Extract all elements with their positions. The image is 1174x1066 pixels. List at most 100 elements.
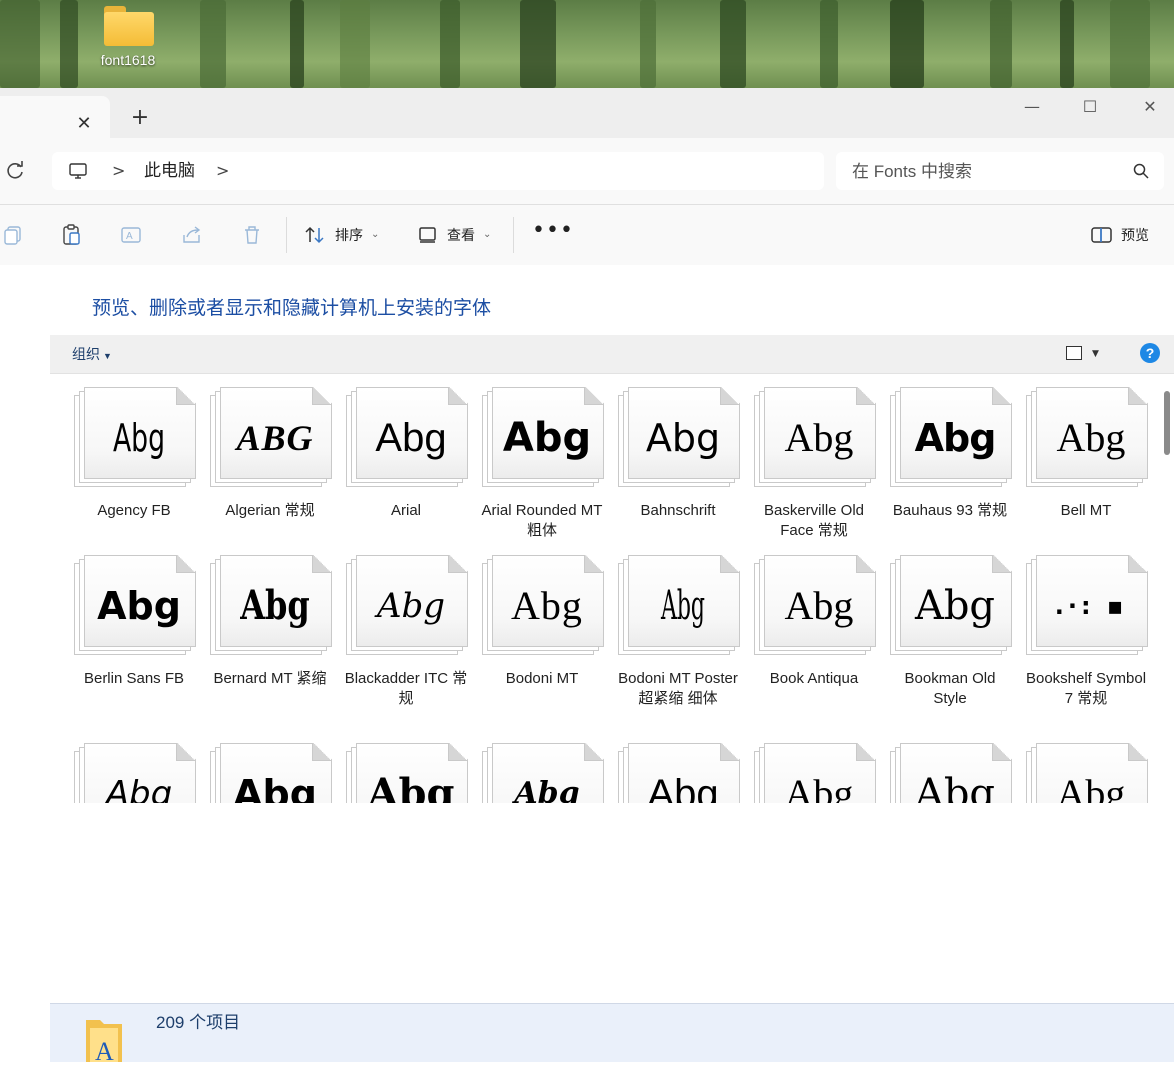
- search-box[interactable]: 在 Fonts 中搜索: [836, 152, 1164, 190]
- font-sample-text: Abg: [914, 771, 996, 803]
- font-name-label: Agency FB: [97, 502, 171, 519]
- view-chevron-down-icon[interactable]: ⌄: [483, 225, 491, 245]
- content-area: 预览、删除或者显示和隐藏计算机上安装的字体 组织 ▼ ▼ ? Abg Agency …: [0, 265, 1174, 1066]
- tab-fonts[interactable]: ✕: [0, 96, 110, 138]
- fonts-grid: Abg Agency FB ABG Algerian 常规 Abg Arial Abg Ari…: [50, 373, 1160, 803]
- help-icon[interactable]: ?: [1140, 343, 1160, 363]
- font-item[interactable]: AbgCalisto MT: [882, 743, 1018, 803]
- font-item[interactable]: Abg Book Antiqua: [746, 555, 882, 689]
- font-item[interactable]: Abg Bookman Old Style: [882, 555, 1018, 709]
- bamboo-stalk: [520, 0, 556, 88]
- preview-pane-button[interactable]: 预览: [1121, 225, 1149, 245]
- font-item[interactable]: Abg Bodoni MT Poster 超紧缩 细体: [610, 555, 746, 709]
- font-sample-text: Abg: [105, 774, 173, 803]
- font-item[interactable]: AbgBroadway 常规: [338, 743, 474, 803]
- delete-icon[interactable]: [240, 223, 264, 247]
- search-icon[interactable]: [1132, 162, 1150, 180]
- font-item[interactable]: Abg Bauhaus 93 常规: [882, 387, 1018, 521]
- font-item[interactable]: Abg Bodoni MT: [474, 555, 610, 689]
- page-title: 预览、删除或者显示和隐藏计算机上安装的字体: [92, 298, 492, 319]
- font-item[interactable]: Abg Agency FB: [66, 387, 202, 521]
- organize-label: 组织: [72, 346, 100, 362]
- vertical-scrollbar[interactable]: [1164, 391, 1170, 455]
- font-sample-text: ABG: [236, 418, 314, 458]
- font-file-icon: Abg: [74, 555, 196, 655]
- refresh-icon[interactable]: [4, 160, 26, 182]
- fonts-folder-icon: A: [84, 1016, 124, 1066]
- font-name-label: Arial Rounded MT 粗体: [481, 502, 603, 539]
- font-file-icon: Abg: [482, 387, 604, 487]
- font-name-label: Bodoni MT: [505, 670, 579, 687]
- font-item[interactable]: ABG Algerian 常规: [202, 387, 338, 521]
- bamboo-stalk: [1060, 0, 1074, 88]
- font-item[interactable]: AbgCambria: [1018, 743, 1154, 803]
- toolbar-divider: [513, 217, 514, 253]
- view-icon[interactable]: [416, 223, 440, 247]
- font-name-label: Bell MT: [1060, 502, 1112, 519]
- font-item[interactable]: Abg Berlin Sans FB: [66, 555, 202, 689]
- maximize-button[interactable]: ☐: [1070, 92, 1110, 122]
- navigation-bar: > 此电脑 > 在 Fonts 中搜索: [0, 138, 1174, 204]
- close-window-button[interactable]: ✕: [1130, 92, 1170, 122]
- font-item[interactable]: Abg Baskerville Old Face 常规: [746, 387, 882, 541]
- font-name-label: Book Antiqua: [769, 670, 859, 687]
- minimize-button[interactable]: —: [1012, 92, 1052, 122]
- breadcrumb-chevron-icon[interactable]: >: [112, 161, 125, 181]
- svg-text:A: A: [95, 1037, 114, 1062]
- paste-icon[interactable]: [60, 223, 84, 247]
- bamboo-stalk: [1110, 0, 1150, 88]
- bamboo-stalk: [720, 0, 746, 88]
- font-item[interactable]: Abg Bell MT: [1018, 387, 1154, 521]
- font-item[interactable]: .·: ▪ Bookshelf Symbol 7 常规: [1018, 555, 1154, 709]
- font-item[interactable]: Abg Arial: [338, 387, 474, 521]
- font-item[interactable]: Abg Blackadder ITC 常规: [338, 555, 474, 709]
- font-item[interactable]: AbgBritannic 粗体: [202, 743, 338, 803]
- file-explorer-window: ✕ + — ☐ ✕ > 此电脑 > 在 Fonts 中搜索 A 排序 ⌄ 查看 …: [0, 88, 1174, 1066]
- font-file-icon: Abg: [754, 743, 876, 803]
- new-tab-button[interactable]: +: [128, 106, 152, 130]
- font-item[interactable]: Abg Arial Rounded MT 粗体: [474, 387, 610, 541]
- font-file-icon: Abg: [754, 555, 876, 655]
- font-item[interactable]: AbgCalibri: [610, 743, 746, 803]
- change-view-icon[interactable]: [1066, 346, 1082, 360]
- font-item[interactable]: AbgBradley Hand ITC 常规: [66, 743, 202, 803]
- share-icon[interactable]: [180, 223, 204, 247]
- view-button[interactable]: 查看: [447, 225, 475, 245]
- font-sample-text: Abg: [376, 586, 446, 626]
- font-sample-text: Abg: [502, 415, 592, 461]
- address-bar[interactable]: > 此电脑 >: [52, 152, 824, 190]
- bamboo-stalk: [290, 0, 304, 88]
- organize-menu[interactable]: 组织 ▼: [72, 345, 112, 365]
- computer-icon[interactable]: [68, 161, 88, 181]
- desktop-folder-font1618[interactable]: font1618: [92, 4, 164, 68]
- font-item[interactable]: Abg Bahnschrift: [610, 387, 746, 521]
- font-file-icon: Abg: [482, 743, 604, 803]
- font-item[interactable]: Abg Bernard MT 紧缩: [202, 555, 338, 689]
- breadcrumb-chevron-icon[interactable]: >: [216, 161, 229, 181]
- search-input[interactable]: 在 Fonts 中搜索: [852, 161, 972, 183]
- font-file-icon: Abg: [618, 387, 740, 487]
- view-options-chevron-down-icon[interactable]: ▼: [1092, 345, 1099, 363]
- copy-icon[interactable]: [2, 223, 26, 247]
- font-item[interactable]: AbgBrush Script MT 斜体: [474, 743, 610, 803]
- organize-bar: 组织 ▼ ▼ ?: [50, 335, 1174, 374]
- rename-icon[interactable]: A: [120, 223, 144, 247]
- tab-close-icon[interactable]: ✕: [74, 114, 94, 134]
- bamboo-stalk: [990, 0, 1012, 88]
- font-name-label: Bookman Old Style: [904, 670, 996, 707]
- font-sample-text: Abg: [1056, 771, 1126, 803]
- breadcrumb-this-pc[interactable]: 此电脑: [144, 160, 195, 182]
- font-sample-text: Abg: [97, 584, 181, 628]
- font-sample-text: Abg: [112, 416, 166, 460]
- font-sample-text: Abg: [511, 583, 583, 628]
- font-item[interactable]: AbgCalifornian FB: [746, 743, 882, 803]
- sort-chevron-down-icon[interactable]: ⌄: [371, 225, 379, 245]
- folder-icon: [102, 4, 154, 46]
- more-options-button[interactable]: •••: [532, 219, 574, 243]
- font-sample-text: Abg: [375, 416, 447, 460]
- sort-button[interactable]: 排序: [335, 225, 363, 245]
- preview-pane-icon[interactable]: [1090, 223, 1114, 247]
- command-bar: A 排序 ⌄ 查看 ⌄ ••• 预览: [0, 204, 1174, 266]
- font-file-icon: Abg: [754, 387, 876, 487]
- sort-icon[interactable]: [303, 223, 327, 247]
